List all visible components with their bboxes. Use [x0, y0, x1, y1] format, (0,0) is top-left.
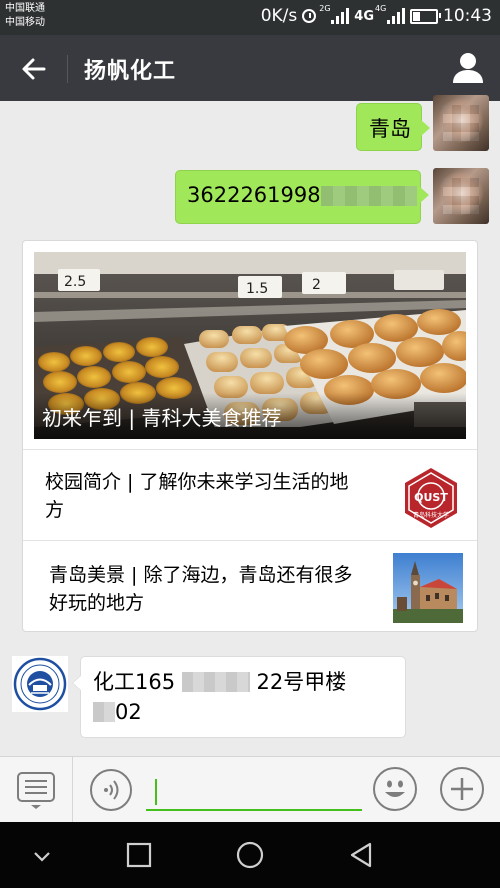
message-line: 化工165 22号甲楼: [93, 667, 393, 697]
person-icon[interactable]: [450, 49, 486, 85]
plus-icon[interactable]: [440, 767, 484, 811]
article-title: 校园简介 | 了解你未来学习生活的地方: [45, 471, 349, 521]
redacted-mosaic: [181, 672, 250, 692]
cover-image[interactable]: 2.5 1.5 2 初来乍到 | 青科大美食推荐: [34, 252, 466, 439]
battery-icon: [410, 8, 441, 24]
outgoing-message[interactable]: 3622261998: [175, 170, 429, 224]
input-bar: [0, 756, 500, 823]
redacted-mosaic: [93, 702, 115, 722]
price-tag: 2: [312, 277, 321, 293]
message-input[interactable]: [146, 771, 362, 811]
triangle-back-icon[interactable]: [348, 842, 374, 868]
sender-avatar[interactable]: [12, 656, 68, 712]
price-tag: 2.5: [64, 274, 86, 290]
message-line: 02: [93, 697, 393, 727]
emoji-icon[interactable]: [373, 767, 417, 811]
header-divider: [67, 55, 68, 83]
chat-title: 扬帆化工: [84, 59, 177, 84]
carrier-names: 中国联通 中国移动: [5, 2, 45, 30]
status-icons: 0K/s 2G 4G 4G 10:43: [260, 4, 492, 26]
qust-logo: QUST 青岛科技大学: [399, 466, 463, 530]
message-text: 青岛: [369, 117, 411, 141]
redacted-mosaic: [320, 186, 417, 206]
article-card: 2.5 1.5 2 初来乍到 | 青科大美食推荐 校园简介 | 了解你未来学习生…: [22, 240, 478, 632]
message-text: 22号甲楼: [256, 670, 347, 694]
signal-type-2: 4G: [375, 4, 387, 13]
clock: 10:43: [443, 6, 492, 26]
qingdao-photo: [393, 553, 463, 623]
text-cursor: [155, 779, 157, 805]
status-bar: 中国联通 中国移动 0K/s 2G 4G 4G 10:43: [0, 0, 500, 35]
price-tag: 1.5: [246, 281, 268, 297]
arrow-left-icon[interactable]: [14, 49, 54, 89]
message-text: 02: [115, 700, 142, 724]
logo-subtext: 青岛科技大学: [413, 511, 449, 519]
signal-icon-1: 2G: [319, 4, 350, 24]
message-text: 3622261998: [187, 183, 321, 207]
square-icon[interactable]: [126, 842, 152, 868]
keyboard-menu-icon[interactable]: [16, 771, 56, 811]
chat-header: 扬帆化工: [0, 35, 500, 101]
incoming-message[interactable]: 化工165 22号甲楼 02: [72, 656, 406, 738]
article-item[interactable]: 校园简介 | 了解你未来学习生活的地方 QUST 青岛科技大学: [23, 449, 477, 540]
my-avatar[interactable]: [433, 95, 489, 151]
net-speed: 0K/s: [260, 6, 298, 26]
chevron-down-icon[interactable]: [30, 844, 54, 868]
logo-text: QUST: [414, 491, 448, 504]
battery-level: [413, 11, 421, 21]
carrier-2: 中国移动: [5, 17, 45, 28]
input-divider: [72, 757, 73, 823]
circle-icon[interactable]: [236, 841, 264, 869]
signal-icon-2: 4G: [375, 4, 405, 24]
alarm-icon: [302, 9, 317, 23]
article-title: 青岛美景 | 除了海边，青岛还有很多好玩的地方: [49, 564, 353, 614]
article-item[interactable]: 青岛美景 | 除了海边，青岛还有很多好玩的地方: [23, 540, 477, 633]
outgoing-message[interactable]: 青岛: [356, 103, 430, 151]
voice-icon[interactable]: [90, 769, 132, 811]
my-avatar[interactable]: [433, 168, 489, 224]
signal-type-1: 2G: [319, 4, 331, 13]
cover-title: 初来乍到 | 青科大美食推荐: [34, 393, 466, 439]
message-text: 化工165: [93, 670, 176, 694]
system-nav-bar: [0, 822, 500, 888]
network-type: 4G: [354, 8, 374, 24]
carrier-1: 中国联通: [5, 3, 45, 14]
